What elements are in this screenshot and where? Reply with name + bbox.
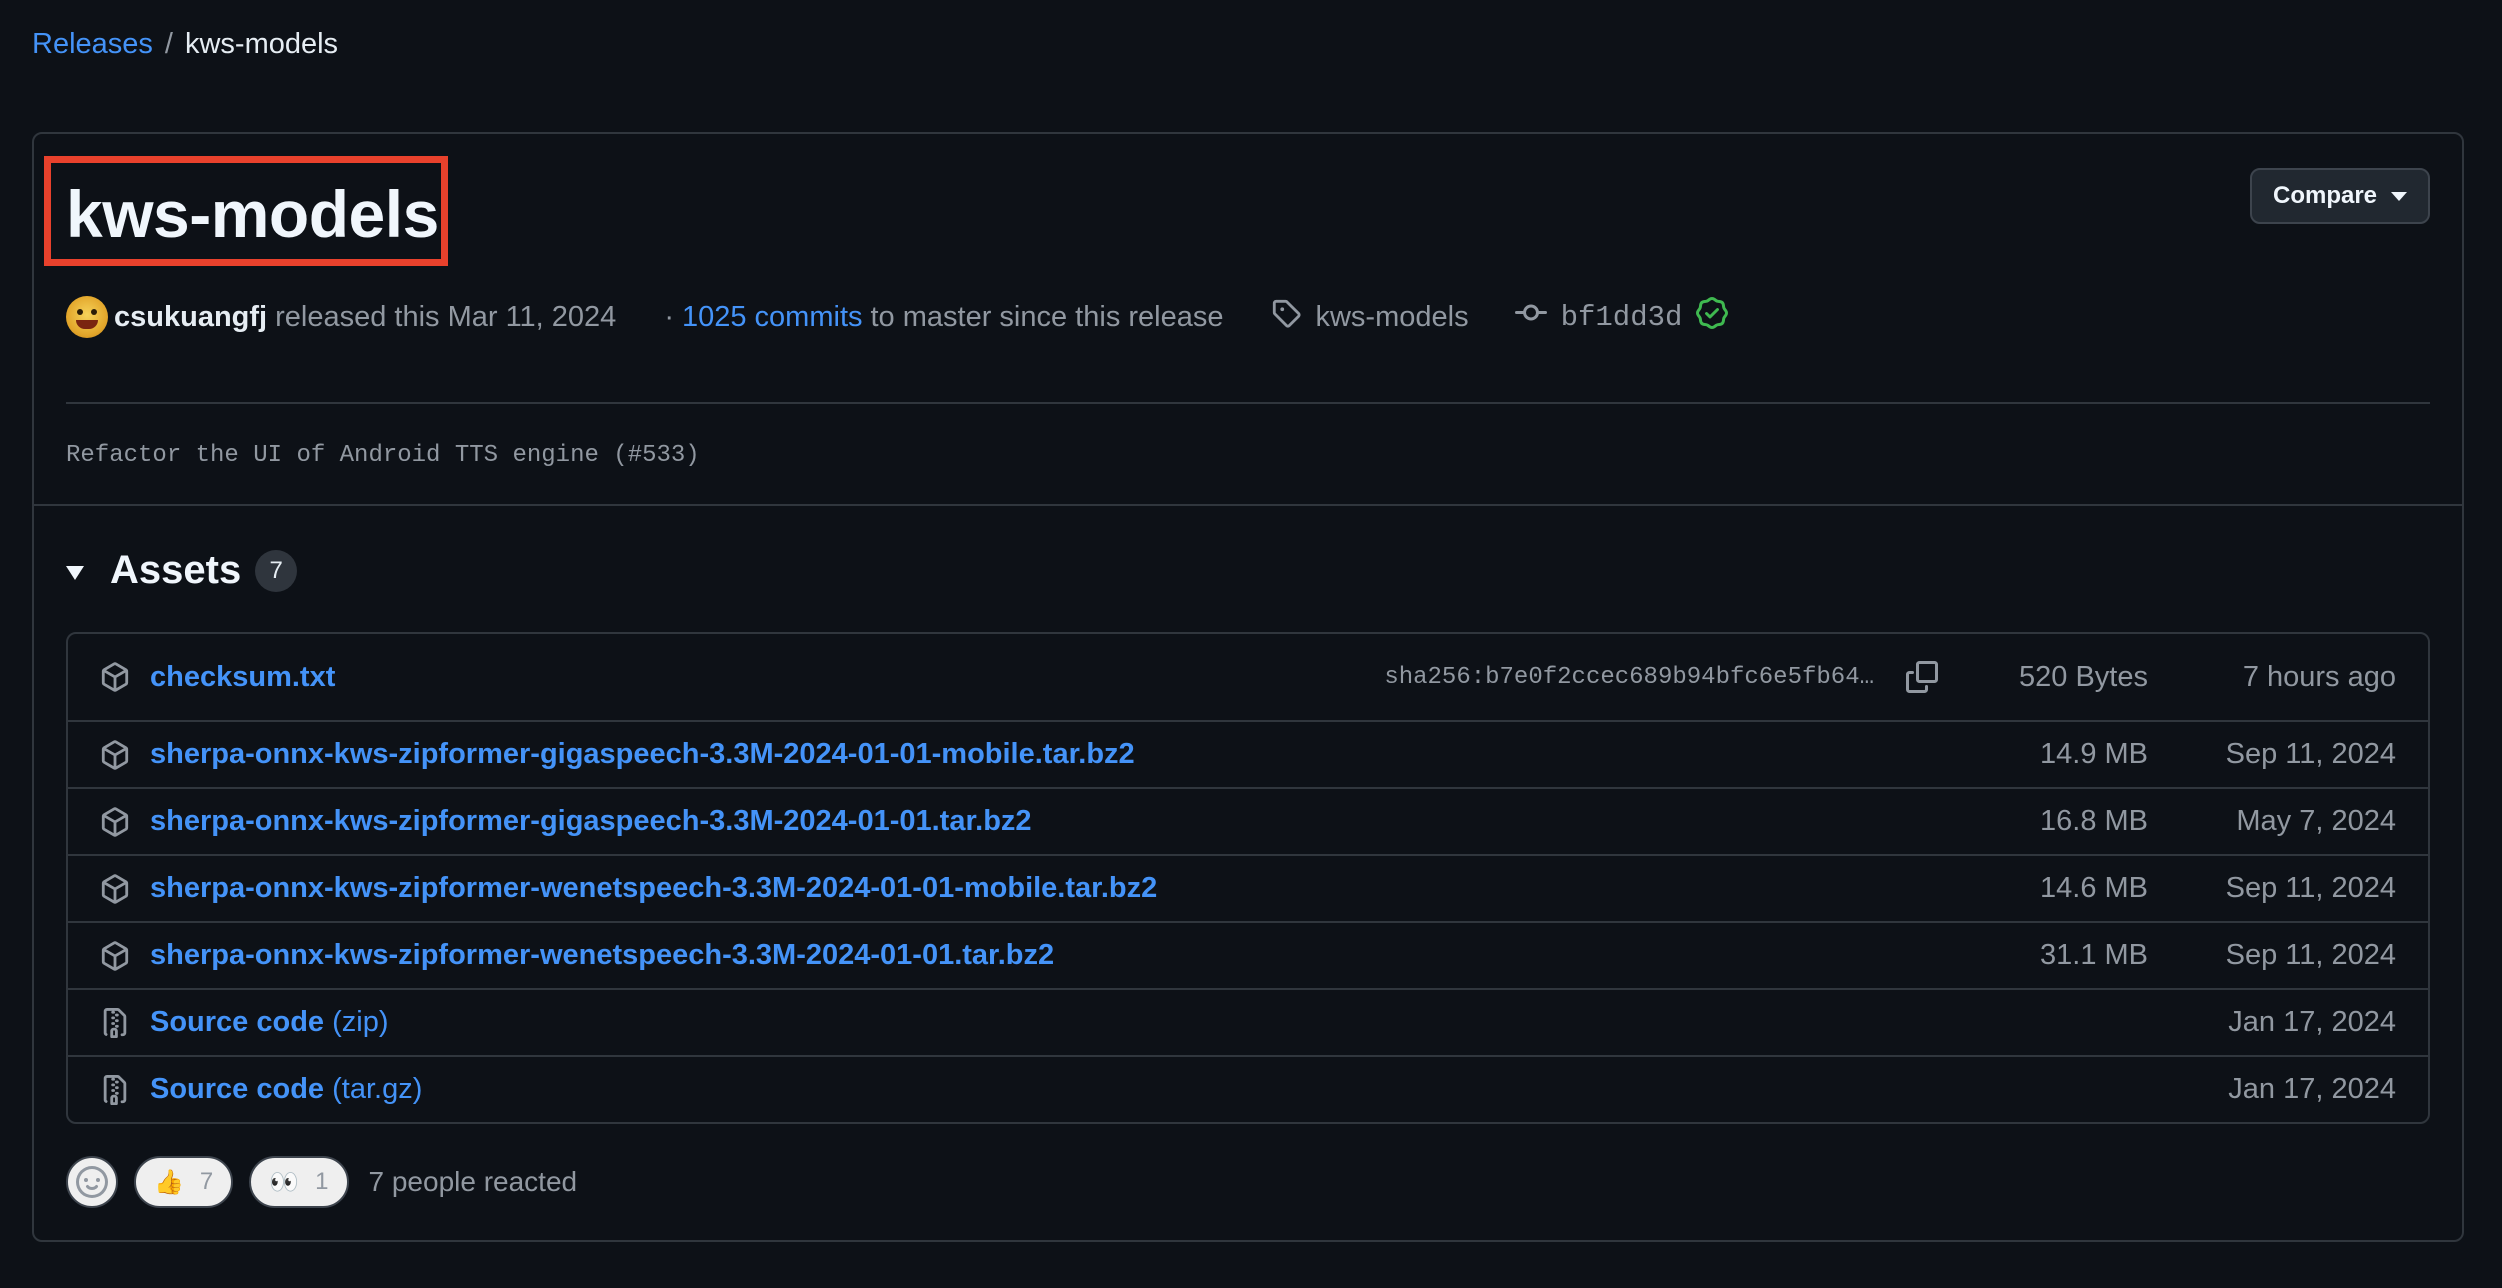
eyes-emoji: 👀	[269, 1168, 300, 1196]
package-icon	[100, 662, 130, 692]
asset-row: sherpa-onnx-kws-zipformer-gigaspeech-3.3…	[68, 787, 2428, 854]
header-divider	[66, 402, 2430, 404]
asset-date: Sep 11, 2024	[2225, 738, 2396, 770]
eyes-count: 1	[315, 1168, 329, 1195]
thumbs-up-emoji: 👍	[154, 1168, 184, 1196]
commit-sha-link[interactable]: bf1dd3d	[1561, 301, 1683, 334]
asset-download-link[interactable]: Source code (tar.gz)	[150, 1073, 422, 1106]
asset-name: sherpa-onnx-kws-zipformer-gigaspeech-3.3…	[150, 738, 1135, 770]
asset-list: checksum.txt sha256:b7e0f2ccec689b94bfc6e…	[66, 632, 2430, 1124]
breadcrumb-current: kws-models	[184, 28, 339, 60]
asset-name: Source code	[150, 1073, 325, 1105]
asset-size: 14.9 MB	[2040, 738, 2148, 770]
asset-row: checksum.txt sha256:b7e0f2ccec689b94bfc6e…	[68, 634, 2428, 720]
add-reaction-button[interactable]	[66, 1156, 118, 1208]
asset-download-link[interactable]: sherpa-onnx-kws-zipformer-wenetspeech-3.…	[150, 939, 1054, 972]
package-icon	[100, 739, 130, 770]
disclosure-triangle-icon[interactable]	[66, 565, 84, 580]
commits-link[interactable]: 1025 commits	[682, 301, 863, 334]
asset-date: Sep 11, 2024	[2225, 939, 2396, 971]
package-icon	[100, 940, 130, 971]
asset-size: 16.8 MB	[2040, 805, 2148, 837]
asset-size: 14.6 MB	[2040, 872, 2148, 904]
copy-icon[interactable]	[1906, 661, 1938, 693]
reactions-bar: 👍 7 👀 1 7 people reacted	[66, 1156, 577, 1208]
asset-name: sherpa-onnx-kws-zipformer-wenetspeech-3.…	[150, 939, 1055, 971]
asset-download-link[interactable]: sherpa-onnx-kws-zipformer-gigaspeech-3.3…	[150, 738, 1135, 771]
released-text: released this Mar 11, 2024	[275, 300, 617, 333]
asset-date: May 7, 2024	[2236, 805, 2396, 837]
asset-size: 520 Bytes	[2019, 660, 2148, 693]
asset-download-link[interactable]: Source code (zip)	[150, 1006, 389, 1039]
asset-sha256: sha256:b7e0f2ccec689b94bfc6e5fb64…	[1384, 663, 1874, 691]
asset-download-link[interactable]: sherpa-onnx-kws-zipformer-gigaspeech-3.3…	[150, 805, 1032, 838]
smiley-icon	[76, 1166, 108, 1198]
asset-row: Source code (tar.gz) Jan 17, 2024	[68, 1055, 2428, 1122]
assets-header[interactable]: Assets 7	[66, 548, 298, 593]
file-zip-icon	[100, 1007, 130, 1038]
asset-name: Source code	[150, 1006, 325, 1038]
asset-row: sherpa-onnx-kws-zipformer-gigaspeech-3.3…	[68, 720, 2428, 787]
thumbs-up-count: 7	[199, 1168, 214, 1195]
asset-date: Jan 17, 2024	[2228, 1006, 2396, 1038]
tag-icon	[1271, 298, 1302, 336]
release-notes: Refactor the UI of Android TTS engine (#…	[66, 442, 700, 469]
asset-download-link[interactable]: sherpa-onnx-kws-zipformer-wenetspeech-3.…	[150, 872, 1157, 905]
asset-format: (tar.gz)	[332, 1073, 423, 1105]
commits-suffix: to master since this release	[870, 300, 1224, 333]
breadcrumb-separator: /	[164, 28, 173, 60]
commits-dot: ·	[664, 300, 674, 333]
asset-format: (zip)	[332, 1006, 389, 1038]
git-commit-icon	[1514, 297, 1547, 337]
asset-row: Source code (zip) Jan 17, 2024	[68, 988, 2428, 1055]
asset-date: Jan 17, 2024	[2228, 1073, 2396, 1105]
breadcrumb-releases-link[interactable]: Releases	[32, 28, 153, 61]
asset-name: sherpa-onnx-kws-zipformer-wenetspeech-3.…	[150, 872, 1158, 904]
asset-download-link[interactable]: checksum.txt	[150, 661, 335, 694]
asset-size: 31.1 MB	[2040, 939, 2148, 971]
package-icon	[100, 806, 130, 837]
reaction-eyes[interactable]: 👀 1	[249, 1156, 349, 1208]
reaction-thumbs-up[interactable]: 👍 7	[134, 1156, 234, 1208]
asset-name: checksum.txt	[150, 660, 336, 693]
assets-title: Assets	[110, 548, 242, 592]
author-link[interactable]: csukuangfj	[114, 301, 267, 334]
asset-row: sherpa-onnx-kws-zipformer-wenetspeech-3.…	[68, 854, 2428, 921]
chevron-down-icon	[2391, 191, 2408, 201]
file-zip-icon	[100, 1074, 130, 1105]
asset-row: sherpa-onnx-kws-zipformer-wenetspeech-3.…	[68, 921, 2428, 988]
release-title[interactable]: kws-models	[66, 176, 439, 252]
avatar[interactable]	[66, 296, 108, 338]
asset-date: 7 hours ago	[2242, 660, 2396, 693]
breadcrumb: Releases / kws-models	[32, 28, 338, 61]
release-header: kws-models Compare csukuangfj released t…	[34, 134, 2462, 506]
asset-name: sherpa-onnx-kws-zipformer-gigaspeech-3.3…	[150, 805, 1032, 837]
release-card: kws-models Compare csukuangfj released t…	[32, 132, 2464, 1242]
asset-date: Sep 11, 2024	[2225, 872, 2396, 904]
reactions-summary: 7 people reacted	[368, 1166, 578, 1197]
verified-icon[interactable]	[1696, 297, 1729, 337]
release-meta: csukuangfj released this Mar 11, 2024 · …	[66, 294, 1729, 340]
compare-label: Compare	[2272, 182, 2378, 209]
compare-button[interactable]: Compare	[2250, 168, 2430, 224]
tag-link[interactable]: kws-models	[1315, 301, 1468, 334]
assets-count-badge: 7	[255, 549, 298, 592]
package-icon	[100, 873, 130, 904]
